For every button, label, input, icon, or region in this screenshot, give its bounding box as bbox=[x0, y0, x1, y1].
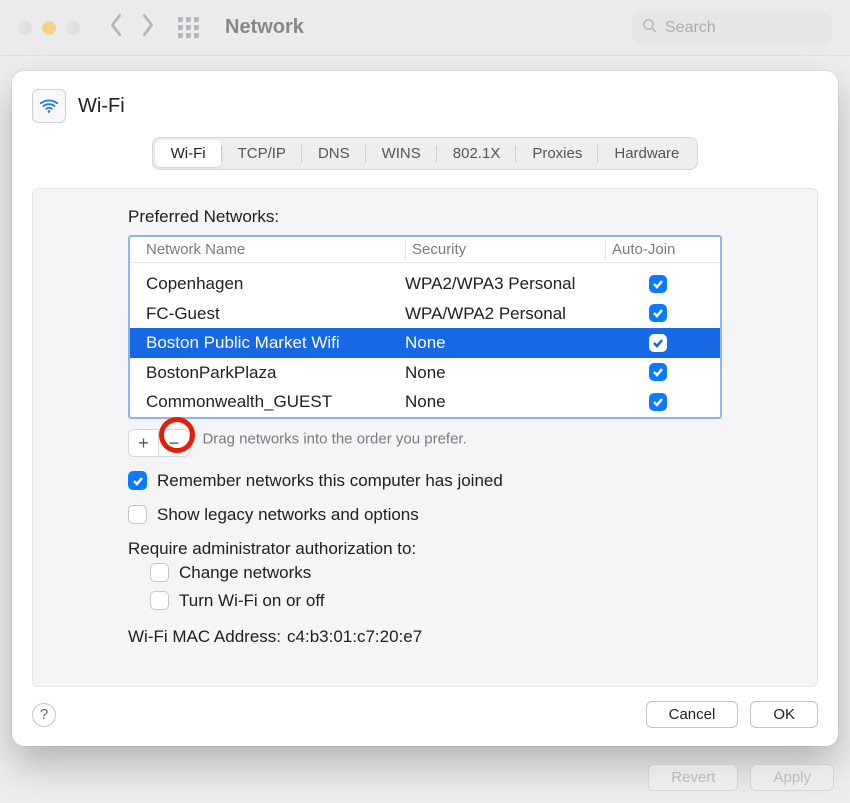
admin-change-networks-label: Change networks bbox=[179, 563, 311, 583]
show-legacy-label: Show legacy networks and options bbox=[157, 505, 419, 525]
cancel-button[interactable]: Cancel bbox=[646, 701, 739, 728]
remember-networks-checkbox[interactable] bbox=[128, 471, 147, 490]
network-security: WPA/WPA2 Personal bbox=[405, 301, 605, 327]
network-name: Boston Public Market Wifi bbox=[140, 330, 405, 356]
table-row[interactable]: Commonwealth_GUESTNone bbox=[130, 387, 720, 417]
preferred-networks-table[interactable]: Network Name Security Auto-Join Copenhag… bbox=[128, 235, 722, 419]
table-row[interactable]: BostonParkPlazaNone bbox=[130, 358, 720, 388]
search-icon bbox=[642, 18, 657, 38]
admin-turn-wifi-checkbox[interactable] bbox=[150, 591, 169, 610]
remove-network-button[interactable]: − bbox=[159, 430, 189, 456]
window-title: Network bbox=[225, 16, 304, 39]
remember-networks-label: Remember networks this computer has join… bbox=[157, 471, 503, 491]
tab-wins[interactable]: WINS bbox=[366, 140, 437, 167]
window-controls bbox=[18, 21, 80, 35]
search-field[interactable]: Search bbox=[632, 12, 832, 44]
network-name: BostonParkPlaza bbox=[140, 360, 405, 386]
require-admin-label: Require administrator authorization to: bbox=[128, 539, 416, 559]
column-security[interactable]: Security bbox=[405, 241, 605, 258]
column-name[interactable]: Network Name bbox=[140, 241, 405, 258]
wifi-pane: Preferred Networks: Network Name Securit… bbox=[32, 188, 818, 687]
column-autojoin[interactable]: Auto-Join bbox=[605, 241, 710, 258]
tab-proxies[interactable]: Proxies bbox=[516, 140, 598, 167]
wifi-icon bbox=[32, 89, 66, 123]
mac-address-label: Wi-Fi MAC Address: bbox=[128, 627, 281, 647]
table-row[interactable]: FC-GuestWPA/WPA2 Personal bbox=[130, 299, 720, 329]
autojoin-checkbox[interactable] bbox=[649, 275, 667, 293]
admin-turn-wifi-label: Turn Wi-Fi on or off bbox=[179, 591, 324, 611]
system-preferences-window: Network Search Wi-Fi Wi-FiTCP/IPDNSWINS8… bbox=[0, 0, 850, 803]
network-security: None bbox=[405, 330, 605, 356]
autojoin-checkbox[interactable] bbox=[649, 393, 667, 411]
autojoin-checkbox[interactable] bbox=[649, 304, 667, 322]
network-security: WPA2/WPA3 Personal bbox=[405, 271, 605, 297]
network-security: None bbox=[405, 389, 605, 415]
network-name: Commonwealth_GUEST bbox=[140, 389, 405, 415]
table-add-remove-buttons: + − bbox=[128, 429, 190, 457]
zoom-window-button[interactable] bbox=[66, 21, 80, 35]
table-header: Network Name Security Auto-Join bbox=[130, 237, 720, 263]
close-window-button[interactable] bbox=[18, 21, 32, 35]
tab-bar: Wi-FiTCP/IPDNSWINS802.1XProxiesHardware bbox=[152, 137, 699, 170]
drag-hint: Drag networks into the order you prefer. bbox=[202, 430, 466, 447]
show-all-button[interactable] bbox=[178, 17, 199, 38]
apply-button[interactable]: Apply bbox=[750, 764, 834, 791]
tab-wi-fi[interactable]: Wi-Fi bbox=[155, 140, 222, 167]
tab-dns[interactable]: DNS bbox=[302, 140, 366, 167]
table-row[interactable]: Boston Public Market WifiNone bbox=[130, 328, 720, 358]
table-row[interactable]: CopenhagenWPA2/WPA3 Personal bbox=[130, 269, 720, 299]
add-network-button[interactable]: + bbox=[129, 430, 159, 456]
mac-address-value: c4:b3:01:c7:20:e7 bbox=[287, 627, 422, 647]
forward-button[interactable] bbox=[140, 13, 156, 42]
admin-change-networks-checkbox[interactable] bbox=[150, 563, 169, 582]
toolbar: Network Search bbox=[0, 0, 850, 56]
ok-button[interactable]: OK bbox=[750, 701, 818, 728]
search-placeholder: Search bbox=[665, 19, 716, 37]
autojoin-checkbox[interactable] bbox=[649, 363, 667, 381]
tab-tcp-ip[interactable]: TCP/IP bbox=[222, 140, 302, 167]
help-button[interactable]: ? bbox=[32, 703, 56, 727]
back-button[interactable] bbox=[108, 13, 124, 42]
tab-802-1x[interactable]: 802.1X bbox=[437, 140, 517, 167]
network-name: Copenhagen bbox=[140, 271, 405, 297]
navigation-arrows bbox=[108, 13, 156, 42]
tab-hardware[interactable]: Hardware bbox=[598, 140, 695, 167]
wifi-advanced-sheet: Wi-Fi Wi-FiTCP/IPDNSWINS802.1XProxiesHar… bbox=[12, 71, 838, 746]
revert-button[interactable]: Revert bbox=[648, 764, 738, 791]
sheet-title: Wi-Fi bbox=[78, 95, 125, 118]
autojoin-checkbox[interactable] bbox=[649, 334, 667, 352]
preferred-networks-label: Preferred Networks: bbox=[128, 207, 722, 227]
minimize-window-button[interactable] bbox=[42, 21, 56, 35]
preferences-footer: Revert Apply bbox=[648, 764, 834, 791]
network-security: None bbox=[405, 360, 605, 386]
network-name: FC-Guest bbox=[140, 301, 405, 327]
show-legacy-checkbox[interactable] bbox=[128, 505, 147, 524]
